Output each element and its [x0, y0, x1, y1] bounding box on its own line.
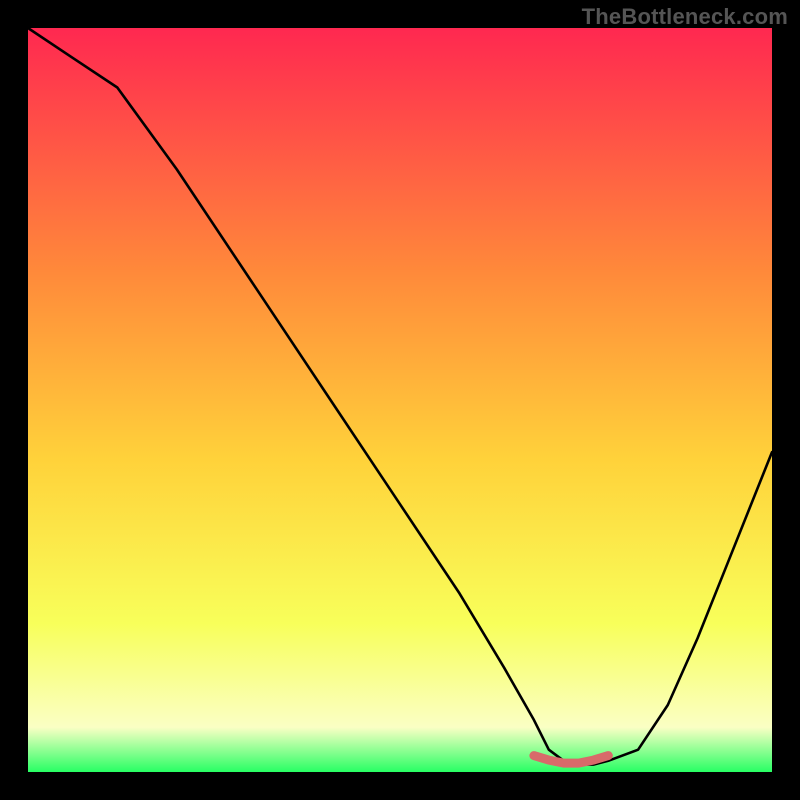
watermark-text: TheBottleneck.com: [582, 4, 788, 30]
bottleneck-chart: [28, 28, 772, 772]
gradient-background: [28, 28, 772, 772]
chart-frame: [28, 28, 772, 772]
